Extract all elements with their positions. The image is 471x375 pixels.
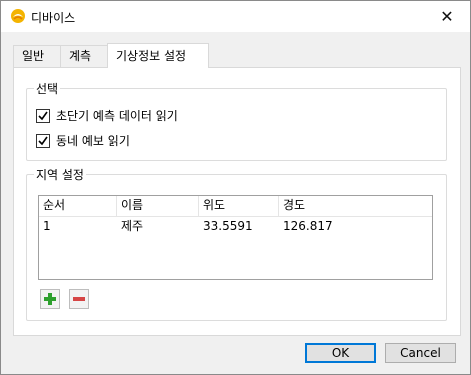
option-nowcast-label: 초단기 예측 데이터 읽기: [56, 109, 178, 123]
region-table[interactable]: 순서 이름 위도 경도 1 제주 33.5591 126.817: [38, 195, 433, 280]
remove-region-button[interactable]: [69, 289, 89, 309]
minus-icon: [73, 297, 85, 301]
ok-button[interactable]: OK: [305, 343, 376, 363]
cell-longitude: 126.817: [283, 219, 333, 233]
tab-general-label: 일반: [22, 49, 45, 63]
selection-group-title: 선택: [34, 80, 61, 97]
tab-weather-settings-label: 기상정보 설정: [116, 49, 187, 63]
column-header-name[interactable]: 이름: [117, 196, 199, 216]
checkmark-icon: [38, 111, 48, 120]
table-header: 순서 이름 위도 경도: [39, 196, 432, 217]
app-logo-icon: [10, 8, 26, 24]
region-group-title: 지역 설정: [34, 166, 86, 183]
tab-measurement-label: 계측: [69, 49, 92, 63]
column-header-order[interactable]: 순서: [39, 196, 117, 216]
tab-general[interactable]: 일반: [13, 45, 61, 67]
title-bar: 디바이스 ✕: [1, 1, 470, 32]
plus-icon: [44, 293, 56, 305]
cell-name: 제주: [121, 219, 144, 233]
window-title: 디바이스: [31, 11, 76, 25]
column-header-longitude[interactable]: 경도: [279, 196, 432, 216]
tab-measurement[interactable]: 계측: [60, 45, 108, 67]
weather-settings-panel: 선택 초단기 예측 데이터 읽기 동네 예보 읽기 지역 설정 순서 이름 위도…: [13, 67, 461, 336]
add-region-button[interactable]: [40, 289, 60, 309]
checkmark-icon: [38, 136, 48, 145]
cancel-button[interactable]: Cancel: [385, 343, 456, 363]
region-group: 지역 설정 순서 이름 위도 경도 1 제주 33.5591 126.817: [26, 166, 447, 321]
close-icon: ✕: [440, 7, 454, 26]
checkbox-nowcast[interactable]: [36, 108, 50, 123]
tab-weather-settings[interactable]: 기상정보 설정: [107, 43, 209, 68]
option-local-forecast-label: 동네 예보 읽기: [56, 134, 130, 148]
checkbox-local-forecast[interactable]: [36, 133, 50, 148]
table-row[interactable]: 1 제주 33.5591 126.817: [39, 217, 432, 237]
device-dialog: 디바이스 ✕ 일반 계측 기상정보 설정 선택 초단기 예측 데이터 읽기 동네…: [0, 0, 471, 375]
cell-order: 1: [43, 219, 51, 233]
close-button[interactable]: ✕: [424, 1, 470, 32]
cell-latitude: 33.5591: [203, 219, 253, 233]
option-nowcast-read[interactable]: 초단기 예측 데이터 읽기: [36, 107, 178, 124]
option-local-forecast-read[interactable]: 동네 예보 읽기: [36, 132, 130, 149]
column-header-latitude[interactable]: 위도: [199, 196, 279, 216]
selection-group: 선택 초단기 예측 데이터 읽기 동네 예보 읽기: [26, 80, 447, 161]
